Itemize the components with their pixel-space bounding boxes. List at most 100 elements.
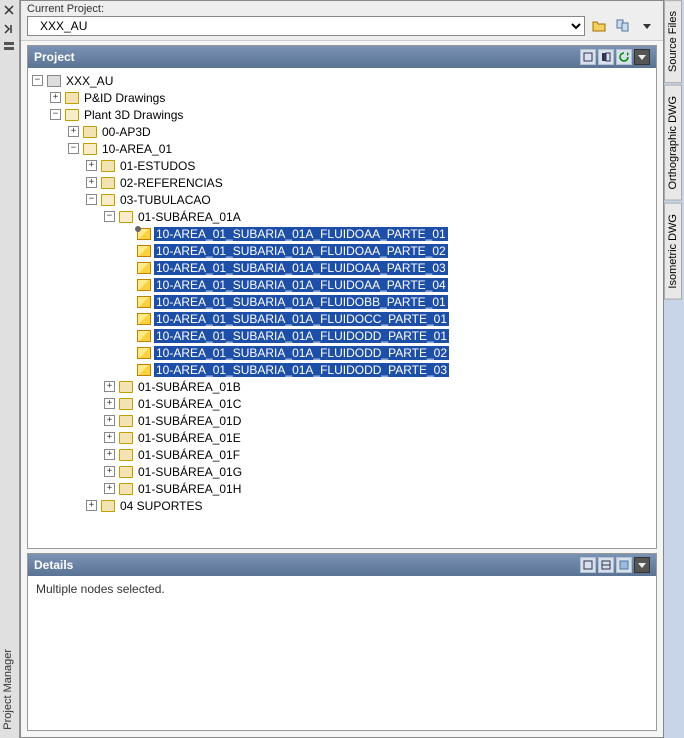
tree-label: 01-ESTUDOS xyxy=(118,159,197,173)
tree-root[interactable]: −XXX_AU xyxy=(32,72,656,89)
dock-toggle-icon[interactable] xyxy=(3,40,15,55)
expand-icon[interactable]: + xyxy=(68,126,79,137)
open-project-icon[interactable] xyxy=(589,16,609,36)
tree-label: 10-AREA_01_SUBARIA_01A_FLUIDODD_PARTE_02 xyxy=(154,346,449,360)
folder-icon xyxy=(119,398,133,410)
panel-btn-2-icon[interactable] xyxy=(598,49,614,65)
details-panel-header: Details xyxy=(28,554,656,576)
expand-icon[interactable]: + xyxy=(104,483,115,494)
tree-plant3d-drawings[interactable]: − Plant 3D Drawings xyxy=(50,106,656,123)
folder-icon xyxy=(119,211,133,223)
tree-file[interactable]: 10-AREA_01_SUBARIA_01A_FLUIDODD_PARTE_02 xyxy=(122,344,656,361)
tree-file[interactable]: 10-AREA_01_SUBARIA_01A_FLUIDODD_PARTE_01 xyxy=(122,327,656,344)
close-icon[interactable] xyxy=(3,4,15,19)
tree-file[interactable]: 10-AREA_01_SUBARIA_01A_FLUIDODD_PARTE_03 xyxy=(122,361,656,378)
dwg-icon xyxy=(137,296,151,308)
expand-icon[interactable]: + xyxy=(104,381,115,392)
project-tree[interactable]: −XXX_AU + P&ID Drawings − Plant 3D Drawing… xyxy=(28,68,656,548)
tree-file[interactable]: 10-AREA_01_SUBARIA_01A_FLUIDOBB_PARTE_01 xyxy=(122,293,656,310)
details-menu-icon[interactable] xyxy=(634,557,650,573)
tree-folder[interactable]: +01-SUBÁREA_01G xyxy=(104,463,656,480)
folder-icon xyxy=(101,500,115,512)
tree-label: 01-SUBÁREA_01H xyxy=(136,482,243,496)
folder-icon xyxy=(119,415,133,427)
panel-btn-1-icon[interactable] xyxy=(580,49,596,65)
tree-folder[interactable]: +01-SUBÁREA_01B xyxy=(104,378,656,395)
dwg-icon xyxy=(137,313,151,325)
collapse-icon[interactable]: − xyxy=(32,75,43,86)
tree-folder[interactable]: − 10-AREA_01 xyxy=(68,140,656,157)
details-message: Multiple nodes selected. xyxy=(36,582,165,596)
expand-icon[interactable]: + xyxy=(86,500,97,511)
collapse-icon[interactable]: − xyxy=(50,109,61,120)
expand-icon[interactable]: + xyxy=(104,466,115,477)
tree-label: 01-SUBÁREA_01D xyxy=(136,414,243,428)
project-panel: Project −XXX_AU + P&ID Drawings − Plant 3D… xyxy=(27,45,657,549)
tree-label: 02-REFERENCIAS xyxy=(118,176,225,190)
details-btn-2-icon[interactable] xyxy=(598,557,614,573)
tree-folder[interactable]: − 01-SUBÁREA_01A xyxy=(104,208,656,225)
main-panel: Current Project: XXX_AU Project xyxy=(20,0,664,738)
tab-source-files[interactable]: Source Files xyxy=(664,0,682,83)
refresh-icon[interactable] xyxy=(616,49,632,65)
expand-icon[interactable]: + xyxy=(104,432,115,443)
tree-label: Plant 3D Drawings xyxy=(82,108,185,122)
tree-file[interactable]: 10-AREA_01_SUBARIA_01A_FLUIDOAA_PARTE_04 xyxy=(122,276,656,293)
tree-label: 01-SUBÁREA_01A xyxy=(136,210,243,224)
expand-icon[interactable]: + xyxy=(104,449,115,460)
dock-arrow-icon[interactable] xyxy=(3,22,15,37)
tree-label: 10-AREA_01 xyxy=(100,142,174,156)
collapse-icon[interactable]: − xyxy=(104,211,115,222)
tree-label: 01-SUBÁREA_01G xyxy=(136,465,244,479)
expand-icon[interactable]: + xyxy=(86,177,97,188)
tree-folder[interactable]: +01-SUBÁREA_01H xyxy=(104,480,656,497)
dwg-icon xyxy=(137,347,151,359)
folder-icon xyxy=(119,432,133,444)
tree-folder[interactable]: +01-SUBÁREA_01F xyxy=(104,446,656,463)
details-btn-1-icon[interactable] xyxy=(580,557,596,573)
tree-pid-drawings[interactable]: + P&ID Drawings xyxy=(50,89,656,106)
tree-folder[interactable]: +02-REFERENCIAS xyxy=(86,174,656,191)
tree-file[interactable]: 10-AREA_01_SUBARIA_01A_FLUIDOCC_PARTE_01 xyxy=(122,310,656,327)
project-properties-icon[interactable] xyxy=(613,16,633,36)
tree-label: 01-SUBÁREA_01B xyxy=(136,380,243,394)
folder-icon xyxy=(101,194,115,206)
tab-orthographic-dwg[interactable]: Orthographic DWG xyxy=(664,85,682,201)
tree-label: 00-AP3D xyxy=(100,125,153,139)
tree-folder[interactable]: +01-SUBÁREA_01D xyxy=(104,412,656,429)
tab-isometric-dwg[interactable]: Isometric DWG xyxy=(664,203,682,300)
tree-folder[interactable]: −03-TUBULACAO xyxy=(86,191,656,208)
expand-icon[interactable]: + xyxy=(86,160,97,171)
collapse-icon[interactable]: − xyxy=(86,194,97,205)
tree-label: P&ID Drawings xyxy=(82,91,167,105)
tree-file[interactable]: 10-AREA_01_SUBARIA_01A_FLUIDOAA_PARTE_01 xyxy=(122,225,656,242)
tree-file[interactable]: 10-AREA_01_SUBARIA_01A_FLUIDOAA_PARTE_03 xyxy=(122,259,656,276)
tree-folder[interactable]: +01-ESTUDOS xyxy=(86,157,656,174)
collapse-icon[interactable]: − xyxy=(68,143,79,154)
tree-folder[interactable]: +04 SUPORTES xyxy=(86,497,656,514)
tree-label: 01-SUBÁREA_01C xyxy=(136,397,243,411)
dwg-icon xyxy=(137,245,151,257)
expand-icon[interactable]: + xyxy=(104,415,115,426)
folder-icon xyxy=(83,126,97,138)
project-panel-header: Project xyxy=(28,46,656,68)
project-dropdown-icon[interactable] xyxy=(637,16,657,36)
folder-icon xyxy=(83,143,97,155)
current-project-select[interactable]: XXX_AU xyxy=(27,16,585,36)
tree-label: 10-AREA_01_SUBARIA_01A_FLUIDOCC_PARTE_01 xyxy=(154,312,449,326)
expand-icon[interactable]: + xyxy=(50,92,61,103)
dwg-icon xyxy=(137,279,151,291)
project-panel-title: Project xyxy=(34,50,75,64)
expand-icon[interactable]: + xyxy=(104,398,115,409)
tree-file[interactable]: 10-AREA_01_SUBARIA_01A_FLUIDOAA_PARTE_02 xyxy=(122,242,656,259)
tree-folder[interactable]: +00-AP3D xyxy=(68,123,656,140)
folder-icon xyxy=(101,177,115,189)
details-btn-3-icon[interactable] xyxy=(616,557,632,573)
tree-label: 04 SUPORTES xyxy=(118,499,204,513)
tree-folder[interactable]: +01-SUBÁREA_01E xyxy=(104,429,656,446)
tree-label: 10-AREA_01_SUBARIA_01A_FLUIDOBB_PARTE_01 xyxy=(154,295,448,309)
tree-label: 10-AREA_01_SUBARIA_01A_FLUIDOAA_PARTE_04 xyxy=(154,278,448,292)
tree-folder[interactable]: +01-SUBÁREA_01C xyxy=(104,395,656,412)
panel-menu-icon[interactable] xyxy=(634,49,650,65)
dock-label: Project Manager xyxy=(2,649,14,730)
